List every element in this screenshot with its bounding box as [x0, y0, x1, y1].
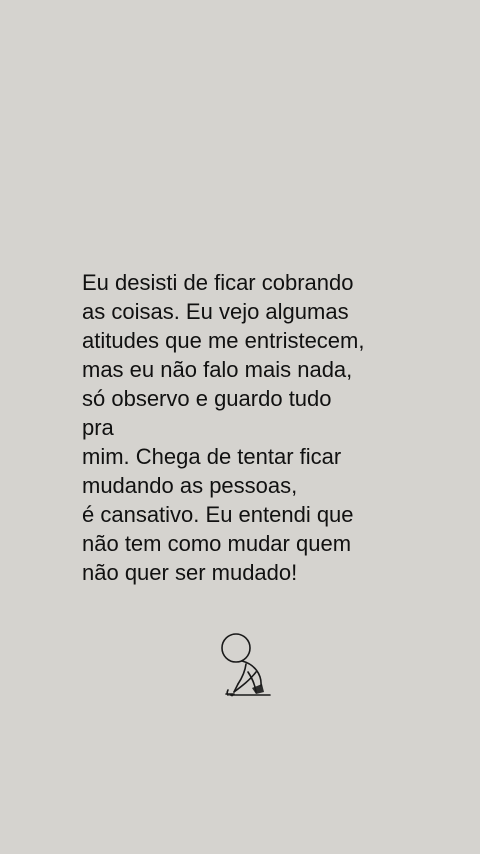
quote-line: mudando as pessoas,	[82, 473, 298, 498]
quote-line: só observo e guardo tudo	[82, 386, 332, 411]
quote-line: é cansativo. Eu entendi que	[82, 502, 354, 527]
quote-line: mim. Chega de tentar ficar	[82, 444, 342, 469]
quote-line: pra	[82, 415, 114, 440]
quote-line: atitudes que me entristecem,	[82, 328, 365, 353]
sitting-figure-icon	[212, 628, 274, 702]
quote-line: Eu desisti de ficar cobrando	[82, 270, 354, 295]
quote-text: Eu desisti de ficar cobrando as coisas. …	[82, 268, 442, 587]
quote-line: não quer ser mudado!	[82, 560, 298, 585]
quote-line: mas eu não falo mais nada,	[82, 357, 353, 382]
quote-line: não tem como mudar quem	[82, 531, 352, 556]
quote-line: as coisas. Eu vejo algumas	[82, 299, 349, 324]
